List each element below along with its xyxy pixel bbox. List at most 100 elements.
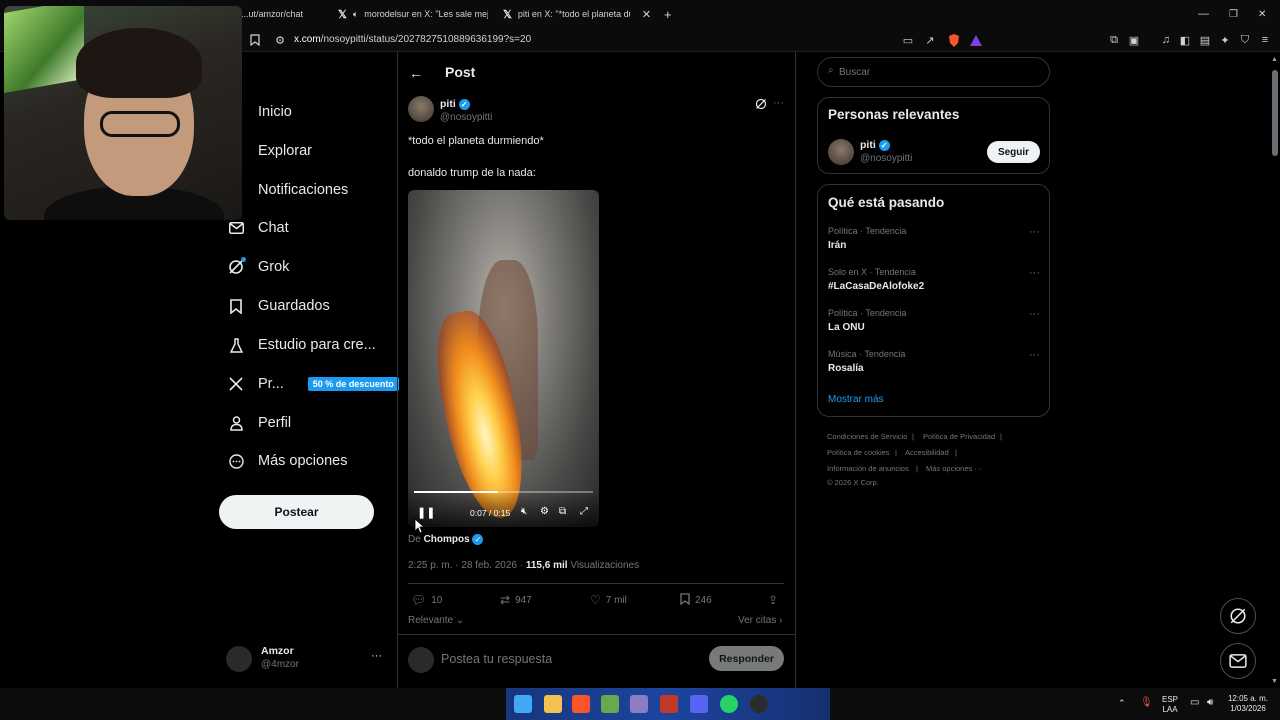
like-button[interactable]: ♡ 7 mil — [590, 592, 627, 608]
site-settings-icon[interactable]: ⚙︎ — [272, 32, 288, 48]
nav-item-notificaciones[interactable]: Notificaciones — [228, 175, 348, 205]
view-quotes-link[interactable]: Ver citas › — [738, 615, 782, 626]
show-more-link[interactable]: Mostrar más — [828, 394, 884, 405]
picture-in-picture-icon[interactable]: ⧉ — [559, 506, 566, 517]
post-more-icon[interactable]: ··· — [773, 97, 784, 109]
trend-item[interactable]: Solo en X · Tendencia #LaCasaDeAlofoke2 … — [828, 267, 1040, 299]
share-icon[interactable]: ↗ — [922, 32, 938, 48]
discord-icon[interactable] — [690, 695, 708, 713]
music-icon[interactable]: ♫ — [1158, 32, 1174, 48]
extensions-icon[interactable]: ⧉ — [1106, 32, 1122, 48]
new-tab-button[interactable]: + — [664, 4, 672, 24]
scrollbar-thumb[interactable] — [1272, 70, 1278, 156]
nav-item-grok[interactable]: Grok — [228, 252, 289, 282]
sidebar-toggle-icon[interactable]: ◧ — [1177, 32, 1193, 48]
postear-button[interactable]: Postear — [219, 495, 374, 529]
share-button[interactable]: ⇪ — [768, 592, 778, 608]
menu-icon[interactable]: ≡ — [1257, 32, 1273, 48]
wallet-icon[interactable]: ▣ — [1126, 32, 1142, 48]
file-explorer-icon[interactable] — [544, 695, 562, 713]
repost-button[interactable]: ⇄ 947 — [500, 592, 532, 608]
close-tab-icon[interactable]: ✕ — [642, 8, 651, 21]
trend-more-icon[interactable]: ··· — [1029, 308, 1040, 320]
close-window-button[interactable]: ✕ — [1258, 4, 1266, 24]
video-progress-track[interactable] — [414, 491, 593, 493]
author-name-row[interactable]: piti ✓ — [440, 98, 470, 110]
footer-privacy-link[interactable]: Política de Privacidad — [923, 432, 995, 441]
scroll-up-icon[interactable]: ▲ — [1271, 56, 1278, 63]
messages-fab[interactable] — [1220, 643, 1256, 679]
author-handle[interactable]: @nosoypitti — [440, 112, 492, 123]
fullscreen-icon[interactable]: ⤢ — [580, 506, 588, 517]
scroll-down-icon[interactable]: ▼ — [1271, 678, 1278, 685]
video-player[interactable]: ❚❚ 0:07 / 0:15 🔇︎ ⚙︎ ⧉ ⤢ — [408, 190, 599, 527]
reply-button[interactable]: 💬︎ 10 — [411, 592, 442, 608]
tab-title: piti en X: "*todo el planeta durmi — [517, 9, 630, 19]
tab-morodelsur[interactable]: 𝕏 🔈︎ morodelsur en X: "Les sale mejor — [338, 4, 488, 24]
account-more-icon[interactable]: ··· — [371, 650, 382, 662]
sort-replies-dropdown[interactable]: Relevante ⌄ — [408, 615, 464, 626]
app-icon[interactable] — [660, 695, 678, 713]
footer-terms-link[interactable]: Condiciones de Servicio — [827, 432, 907, 441]
reply-input[interactable] — [441, 649, 691, 669]
app-icon[interactable] — [601, 695, 619, 713]
microphone-icon[interactable]: 🎙︎ — [1140, 698, 1153, 708]
avatar[interactable] — [828, 139, 854, 165]
trend-item[interactable]: Política · Tendencia Irán ··· — [828, 226, 1040, 258]
trend-item[interactable]: Política · Tendencia La ONU ··· — [828, 308, 1040, 340]
search-box[interactable]: ⌕ — [817, 57, 1050, 87]
back-arrow-icon[interactable]: ← — [409, 65, 423, 81]
footer-ads-link[interactable]: Información de anuncios — [827, 464, 909, 473]
windows-start-icon[interactable] — [514, 695, 532, 713]
post-timestamp[interactable]: 2:25 p. m. · 28 feb. 2026 · — [408, 560, 523, 571]
bookmark-button[interactable]: 246 — [680, 592, 712, 608]
grok-explain-icon[interactable] — [755, 98, 767, 113]
source-author[interactable]: Chompos — [424, 534, 470, 545]
nav-item-estudio[interactable]: Estudio para cre... — [228, 330, 376, 360]
tray-expand-icon[interactable]: ⌃ — [1118, 698, 1126, 708]
author-avatar[interactable] — [408, 96, 434, 122]
relevant-user-handle[interactable]: @nosoypitti — [860, 153, 912, 164]
trend-more-icon[interactable]: ··· — [1029, 226, 1040, 238]
relevant-user-name-row[interactable]: piti ✓ — [860, 139, 890, 151]
app-icon[interactable] — [630, 695, 648, 713]
bookmark-page-icon[interactable] — [247, 32, 263, 48]
brave-shield-icon[interactable] — [946, 32, 962, 48]
nav-item-mas-opciones[interactable]: Más opciones — [228, 446, 347, 476]
footer-accessibility-link[interactable]: Accesibilidad — [905, 448, 949, 457]
tab-piti-active[interactable]: 𝕏 piti en X: "*todo el planeta durmi ✕ — [503, 4, 653, 24]
follow-button[interactable]: Seguir — [987, 141, 1040, 163]
mute-icon[interactable]: 🔇︎ — [521, 506, 527, 517]
clock[interactable]: 12:05 a. m. 1/03/2026 — [1226, 694, 1270, 714]
leo-ai-icon[interactable]: ✦ — [1217, 32, 1233, 48]
footer-more-link[interactable]: Más opciones ··· — [926, 464, 982, 473]
settings-icon[interactable]: ⚙︎ — [540, 506, 549, 517]
wallet-card-icon[interactable]: ▤ — [1197, 32, 1213, 48]
account-switcher[interactable]: Amzor @4mzor ··· — [226, 644, 386, 674]
volume-icon[interactable]: 🔊︎ — [1207, 698, 1213, 708]
cast-icon[interactable]: ▭ — [900, 32, 916, 48]
trend-item[interactable]: Música · Tendencia Rosalía ··· — [828, 349, 1040, 381]
grok-fab[interactable] — [1220, 598, 1256, 634]
brave-browser-icon[interactable] — [572, 695, 590, 713]
language-indicator[interactable]: ESP LAA — [1162, 695, 1178, 715]
nav-item-premium[interactable]: Pr... 50 % de descuento — [228, 369, 399, 399]
search-input[interactable] — [839, 64, 1039, 80]
vpn-icon[interactable]: ⛉ — [1237, 32, 1253, 48]
nav-item-perfil[interactable]: Perfil — [228, 408, 291, 438]
trend-more-icon[interactable]: ··· — [1029, 267, 1040, 279]
minimize-button[interactable]: — — [1198, 4, 1209, 24]
tab-amzor-chat[interactable]: ...ut/amzor/chat — [241, 4, 331, 24]
brave-rewards-icon[interactable] — [968, 32, 984, 48]
footer-cookies-link[interactable]: Política de cookies — [827, 448, 890, 457]
page-scrollbar[interactable]: ▲ ▼ — [1270, 56, 1280, 688]
nav-item-guardados[interactable]: Guardados — [228, 291, 330, 321]
responder-button[interactable]: Responder — [709, 646, 784, 671]
trend-more-icon[interactable]: ··· — [1029, 349, 1040, 361]
whatsapp-icon[interactable] — [720, 695, 738, 713]
url-field[interactable]: x.com/nosoypitti/status/2027827510889636… — [294, 34, 531, 45]
verified-badge-icon: ✓ — [472, 534, 484, 545]
network-icon[interactable]: ▭ — [1190, 698, 1199, 708]
obs-icon[interactable] — [750, 695, 768, 713]
maximize-button[interactable]: ❐ — [1229, 4, 1238, 24]
